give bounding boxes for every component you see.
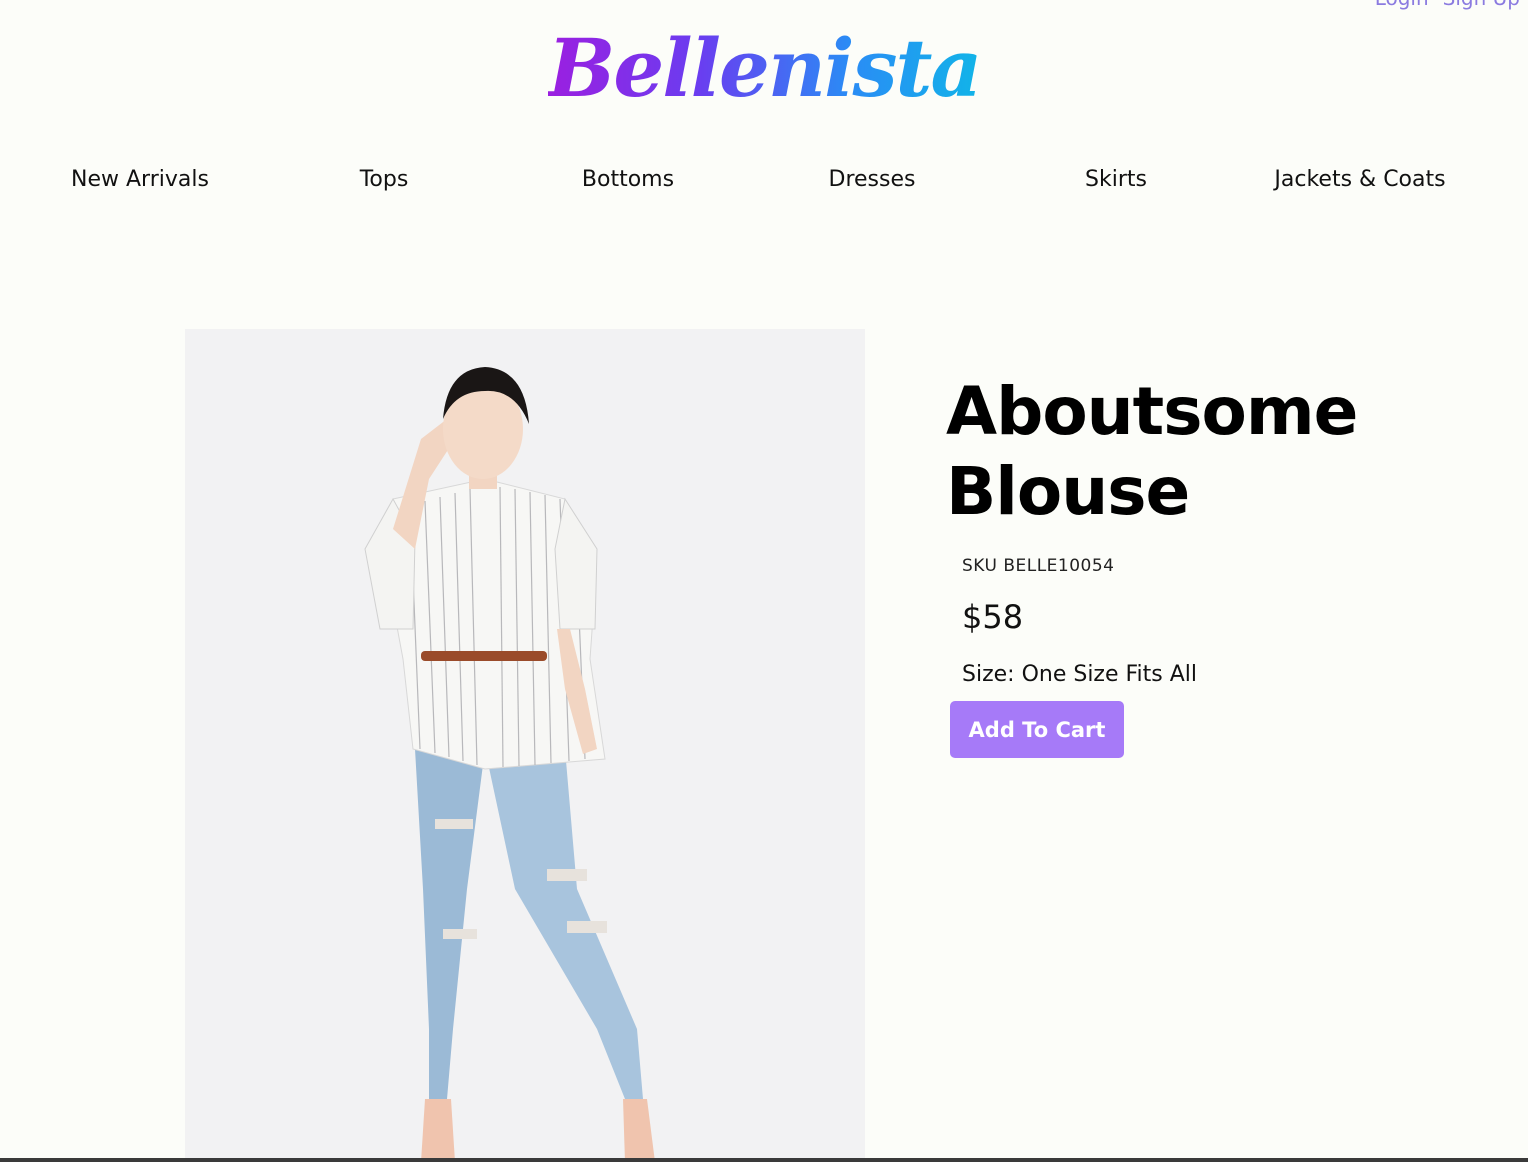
nav-item-tops[interactable]: Tops [262, 160, 506, 200]
blouse-sleeve-right [554, 497, 598, 630]
jeans-rip [443, 929, 477, 939]
add-to-cart-button[interactable]: Add To Cart [950, 701, 1124, 758]
nav-item-jackets-coats[interactable]: Jackets & Coats [1238, 160, 1482, 200]
jeans-left-leg [415, 749, 485, 1099]
product-image [185, 329, 865, 1162]
shoe-left [421, 1099, 455, 1162]
product-price: $58 [962, 598, 1024, 636]
main-nav: New Arrivals Tops Bottoms Dresses Skirts… [18, 160, 1482, 200]
signup-link[interactable]: Sign Up [1443, 0, 1520, 10]
product-sku: SKU BELLE10054 [962, 556, 1115, 576]
jeans-rip [435, 819, 473, 829]
product-photo-illustration [364, 367, 655, 1162]
horizontal-scrollbar[interactable] [0, 1158, 1528, 1162]
brand-logo[interactable]: Bellenista [0, 18, 1528, 118]
login-link[interactable]: Login [1375, 0, 1429, 10]
product-info: Aboutsome Blouse SKU BELLE10054 $58 Size… [946, 372, 1466, 758]
product-title-line2: Blouse [946, 453, 1190, 530]
jeans-rip [547, 869, 587, 881]
nav-item-skirts[interactable]: Skirts [994, 160, 1238, 200]
jeans-rip [567, 921, 607, 933]
belt [421, 651, 547, 661]
nav-item-new-arrivals[interactable]: New Arrivals [18, 160, 262, 200]
brand-logo-text: Bellenista [547, 21, 983, 115]
nav-item-bottoms[interactable]: Bottoms [506, 160, 750, 200]
product-title: Aboutsome Blouse [946, 372, 1466, 532]
auth-links: Login Sign Up [1375, 0, 1520, 10]
shoe-right [623, 1099, 655, 1162]
jeans-right-leg [485, 749, 643, 1099]
product-size: Size: One Size Fits All [962, 662, 1198, 687]
nav-item-dresses[interactable]: Dresses [750, 160, 994, 200]
product-title-line1: Aboutsome [946, 373, 1358, 450]
